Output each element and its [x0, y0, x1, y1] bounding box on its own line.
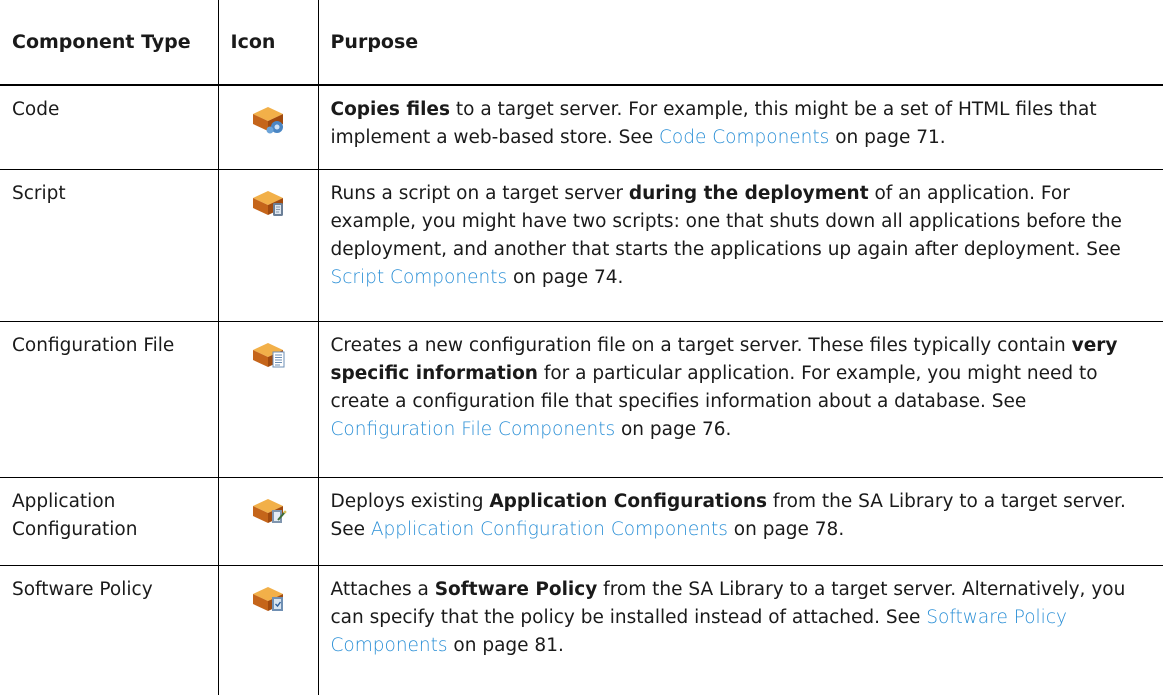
- page-reference: on page 81.: [447, 634, 564, 656]
- script-component-icon: [253, 190, 283, 216]
- icon-cell: [217, 321, 318, 478]
- component-type-cell: Script: [0, 169, 218, 322]
- page-reference: on page 74.: [507, 266, 624, 288]
- icon-cell: [217, 85, 318, 170]
- code-components-link[interactable]: Code Components: [659, 127, 829, 148]
- purpose-text: Creates a new configuration file on a ta…: [330, 334, 1072, 356]
- table-row: Code Copies files to a target server. Fo…: [0, 85, 1163, 170]
- component-type-cell: Application Configuration: [0, 477, 218, 566]
- page-reference: on page 71.: [829, 127, 946, 148]
- purpose-cell: Runs a script on a target server during …: [317, 169, 1163, 322]
- component-type-cell: Software Policy: [12, 578, 153, 600]
- software-policy-component-icon: [253, 586, 283, 611]
- table-row: Application Configuration Deploys existi…: [0, 477, 1163, 566]
- component-types-table: Component Type Icon Purpose Code Copies …: [0, 0, 1163, 695]
- purpose-cell: Attaches a Software Policy from the SA L…: [317, 565, 1163, 695]
- application-configuration-component-icon: [253, 498, 287, 523]
- table-row: Configuration File Creates a new configu…: [0, 321, 1163, 478]
- purpose-bold-text: Copies files: [330, 99, 450, 120]
- purpose-bold-text: during the deployment: [628, 182, 869, 204]
- page-reference: on page 78.: [727, 518, 845, 540]
- purpose-text: Deploys existing: [330, 490, 490, 512]
- icon-cell: [217, 565, 318, 695]
- table-row: Script Runs a script on a target server …: [0, 169, 1163, 322]
- column-header-icon: Icon: [217, 0, 318, 86]
- column-header-purpose: Purpose: [317, 0, 1163, 86]
- script-components-link[interactable]: Script Components: [331, 267, 508, 288]
- purpose-text: Attaches a: [330, 578, 435, 600]
- configuration-file-component-icon: [253, 342, 285, 367]
- configuration-file-components-link[interactable]: Configuration File Components: [331, 419, 616, 440]
- component-type-cell: Code: [0, 85, 218, 170]
- purpose-text: Runs a script on a target server: [330, 182, 629, 204]
- page-reference: on page 76.: [615, 418, 732, 440]
- table-row: Software Policy Attaches a Software Poli…: [0, 565, 1163, 695]
- column-header-component-type: Component Type: [0, 0, 218, 86]
- application-configuration-components-link[interactable]: Application Configuration Components: [371, 519, 728, 540]
- purpose-cell: Copies files to a target server. For exa…: [317, 85, 1163, 170]
- icon-cell: [217, 477, 318, 566]
- code-component-icon: [253, 107, 283, 134]
- purpose-cell: Deploys existing Application Configurati…: [317, 477, 1163, 566]
- icon-cell: [217, 169, 318, 322]
- component-type-cell: Configuration File: [0, 321, 218, 478]
- purpose-cell: Creates a new configuration file on a ta…: [317, 321, 1163, 478]
- purpose-bold-text: Software Policy: [434, 578, 598, 600]
- purpose-bold-text: Application Configurations: [489, 490, 768, 512]
- table-header-row: Component Type Icon Purpose: [0, 0, 1163, 86]
